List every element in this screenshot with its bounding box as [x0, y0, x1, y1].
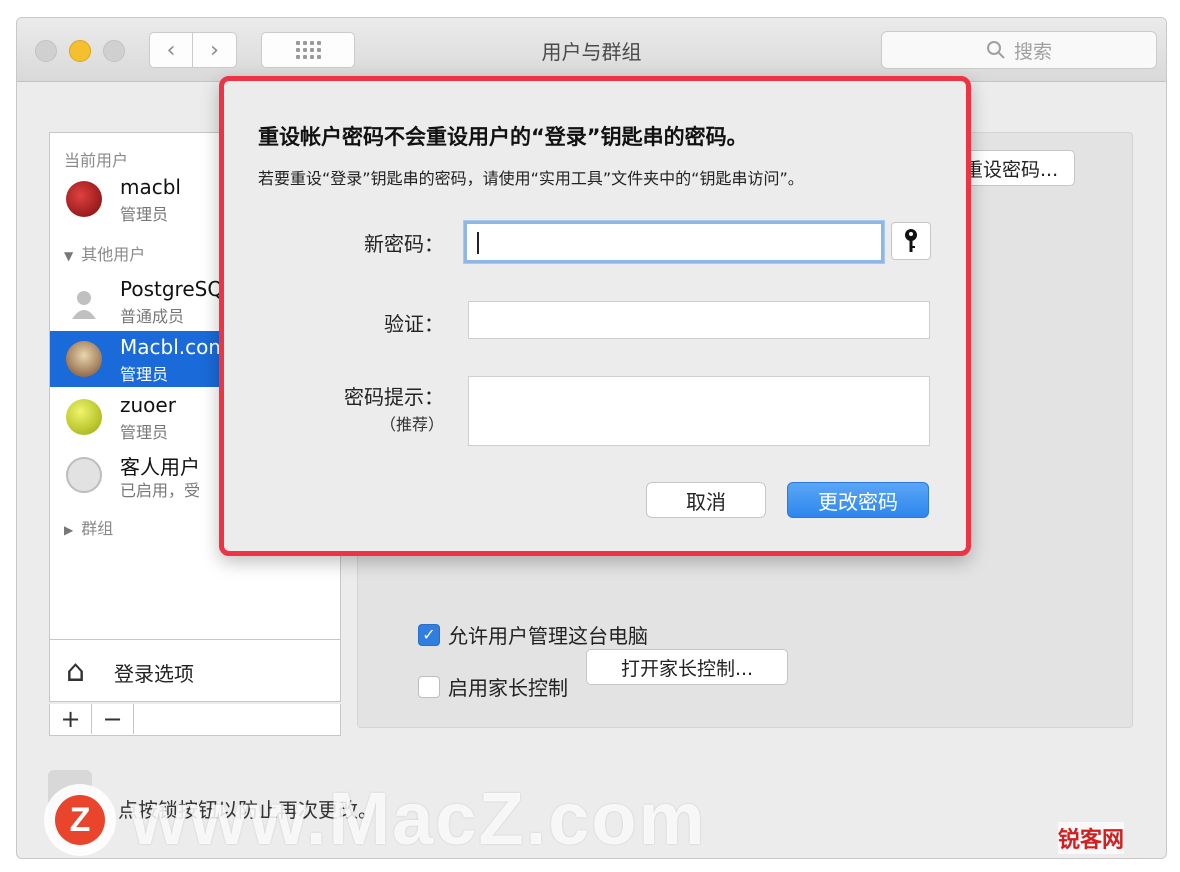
- current-users-header: 当前用户: [64, 151, 129, 170]
- user-name: 客人用户: [120, 455, 200, 479]
- add-remove-bar: + −: [49, 704, 341, 736]
- parental-control-checkbox[interactable]: [418, 675, 440, 698]
- allow-admin-checkbox[interactable]: ✓: [418, 623, 440, 646]
- new-password-field[interactable]: [464, 221, 884, 263]
- user-role: 管理员: [120, 423, 169, 442]
- user-name: PostgreSQ: [120, 277, 224, 301]
- password-assistant-button[interactable]: [891, 222, 931, 260]
- key-icon: [905, 229, 917, 252]
- groups-header[interactable]: ▶ 群组: [64, 515, 113, 539]
- watermark-logo-letter: Z: [55, 795, 105, 845]
- remove-user-button[interactable]: −: [92, 704, 134, 734]
- watermark-text: www.MacZ.com: [130, 777, 707, 860]
- search-icon: [986, 41, 1005, 59]
- user-name: macbl: [120, 175, 181, 199]
- title-bar: ‹ › 用户与群组 搜索: [17, 18, 1166, 82]
- avatar: [66, 457, 102, 493]
- user-role: 普通成员: [120, 307, 185, 326]
- new-password-label: 新密码：: [364, 232, 444, 256]
- house-icon: ⌂: [66, 654, 86, 689]
- cancel-button[interactable]: 取消: [646, 482, 766, 518]
- dialog-subtitle: 若要重设“登录”钥匙串的密码，请使用“实用工具”文件夹中的“钥匙串访问”。: [258, 169, 804, 188]
- corner-brand: 锐客网: [1058, 822, 1125, 854]
- watermark-logo: Z: [44, 784, 116, 856]
- avatar: [66, 341, 102, 377]
- disclosure-right-icon: ▶: [64, 523, 74, 537]
- disclosure-down-icon: ▼: [64, 249, 74, 263]
- verify-label: 验证：: [384, 312, 444, 336]
- allow-admin-row[interactable]: ✓ 允许用户管理这台电脑: [418, 620, 648, 649]
- search-placeholder: 搜索: [1013, 40, 1052, 63]
- reset-password-dialog: 重设帐户密码不会重设用户的“登录”钥匙串的密码。 若要重设“登录”钥匙串的密码，…: [219, 76, 971, 556]
- verify-password-field[interactable]: [468, 301, 930, 339]
- user-role: 管理员: [120, 205, 169, 224]
- open-parental-controls-button[interactable]: 打开家长控制...: [586, 649, 788, 685]
- user-name: Macbl.com: [120, 335, 228, 359]
- password-hint-field[interactable]: [468, 376, 930, 446]
- change-password-button[interactable]: 更改密码: [787, 482, 929, 518]
- parental-control-label: 启用家长控制: [448, 676, 568, 700]
- login-options-label: 登录选项: [114, 662, 194, 686]
- dialog-title: 重设帐户密码不会重设用户的“登录”钥匙串的密码。: [258, 125, 748, 149]
- other-users-header[interactable]: ▼ 其他用户: [64, 241, 145, 265]
- search-input[interactable]: 搜索: [881, 31, 1157, 69]
- user-role: 管理员: [120, 365, 169, 384]
- password-hint-sublabel: （推荐）: [379, 415, 444, 434]
- add-user-button[interactable]: +: [50, 704, 92, 734]
- avatar: [66, 181, 102, 217]
- password-hint-label: 密码提示：: [344, 385, 444, 409]
- parental-row[interactable]: 启用家长控制: [418, 672, 568, 701]
- avatar: [66, 399, 102, 435]
- reset-password-button[interactable]: 重设密码...: [955, 150, 1075, 186]
- avatar: [66, 283, 102, 319]
- user-name: zuoer: [120, 393, 176, 417]
- login-options-row[interactable]: ⌂ 登录选项: [50, 639, 340, 701]
- checkmark-icon: ✓: [422, 625, 436, 644]
- user-role: 已启用，受: [120, 481, 201, 500]
- allow-admin-label: 允许用户管理这台电脑: [448, 624, 648, 648]
- text-caret: [477, 232, 479, 254]
